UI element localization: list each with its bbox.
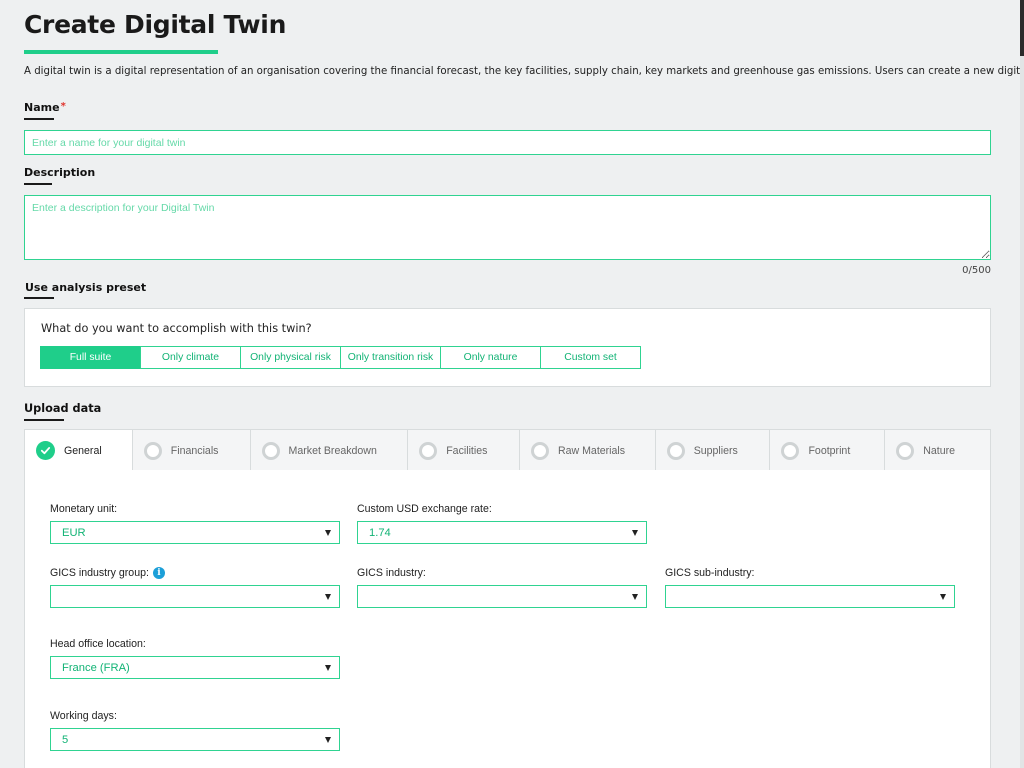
- name-label-underline: [24, 118, 54, 120]
- tab-label: Facilities: [446, 444, 488, 457]
- info-icon[interactable]: i: [152, 567, 165, 579]
- page-scrollbar[interactable]: [1020, 0, 1024, 768]
- scrollbar-thumb[interactable]: [1020, 0, 1024, 56]
- monetary-unit-label: Monetary unit:: [50, 503, 118, 515]
- tab-label: Financials: [170, 444, 219, 457]
- radio-icon: [143, 441, 162, 460]
- caret-down-icon: [632, 594, 638, 600]
- radio-icon: [530, 441, 549, 460]
- tab-raw-materials[interactable]: Raw Materials: [520, 430, 656, 471]
- preset-option-custom-set[interactable]: Custom set: [540, 346, 641, 369]
- gics-sub-industry-select[interactable]: [665, 585, 955, 608]
- title-underline: [24, 50, 218, 54]
- select-value: 1.74: [369, 526, 391, 539]
- preset-question: What do you want to accomplish with this…: [41, 322, 312, 335]
- upload-data-label: Upload data: [24, 402, 102, 415]
- description-char-counter: 0/500: [962, 265, 991, 276]
- select-value: EUR: [62, 526, 86, 539]
- head-office-select[interactable]: France (FRA): [50, 656, 340, 679]
- exchange-rate-label: Custom USD exchange rate:: [357, 503, 492, 515]
- tab-facilities[interactable]: Facilities: [408, 430, 520, 471]
- name-label-text: Name: [24, 101, 60, 114]
- monetary-unit-select[interactable]: EUR: [50, 521, 340, 544]
- exchange-rate-select[interactable]: 1.74: [357, 521, 647, 544]
- radio-icon: [419, 441, 438, 460]
- general-panel: Monetary unit: EUR Custom USD exchange r…: [24, 470, 991, 768]
- gics-industry-label: GICS industry:: [357, 567, 426, 579]
- gics-sub-industry-label: GICS sub-industry:: [665, 567, 755, 579]
- description-label: Description: [24, 166, 96, 179]
- preset-label: Use analysis preset: [25, 281, 147, 294]
- caret-down-icon: [940, 594, 946, 600]
- preset-option-only-climate[interactable]: Only climate: [140, 346, 241, 369]
- working-days-label: Working days:: [50, 710, 117, 722]
- tab-financials[interactable]: Financials: [133, 430, 251, 471]
- tab-label: Nature: [923, 444, 956, 457]
- gics-group-label-text: GICS industry group:: [50, 567, 149, 579]
- select-value: France (FRA): [62, 661, 130, 674]
- preset-option-only-transition-risk[interactable]: Only transition risk: [340, 346, 441, 369]
- caret-down-icon: [632, 530, 638, 536]
- preset-option-full-suite[interactable]: Full suite: [40, 346, 141, 369]
- radio-icon: [666, 441, 685, 460]
- page-intro: A digital twin is a digital representati…: [24, 66, 1024, 77]
- gics-group-select[interactable]: [50, 585, 340, 608]
- name-label: Name*: [24, 101, 66, 114]
- caret-down-icon: [325, 665, 331, 671]
- description-label-underline: [24, 183, 52, 185]
- tab-footprint[interactable]: Footprint: [770, 430, 886, 471]
- tab-suppliers[interactable]: Suppliers: [656, 430, 771, 471]
- radio-icon: [781, 441, 800, 460]
- preset-card: What do you want to accomplish with this…: [24, 308, 991, 387]
- tab-nature[interactable]: Nature: [885, 430, 990, 471]
- caret-down-icon: [325, 737, 331, 743]
- tab-label: Raw Materials: [557, 444, 626, 457]
- tab-label: Footprint: [808, 444, 851, 457]
- required-marker: *: [60, 101, 66, 112]
- tab-market-breakdown[interactable]: Market Breakdown: [251, 430, 409, 471]
- tab-general[interactable]: General: [25, 430, 133, 471]
- page-title: Create Digital Twin: [24, 10, 287, 39]
- description-textarea[interactable]: [24, 195, 991, 260]
- tab-label: Market Breakdown: [288, 444, 377, 457]
- caret-down-icon: [325, 530, 331, 536]
- preset-label-underline: [24, 297, 54, 299]
- head-office-label: Head office location:: [50, 638, 146, 650]
- gics-industry-select[interactable]: [357, 585, 647, 608]
- preset-option-only-physical-risk[interactable]: Only physical risk: [240, 346, 341, 369]
- preset-option-only-nature[interactable]: Only nature: [440, 346, 541, 369]
- radio-icon: [896, 441, 915, 460]
- upload-tabs: General Financials Market Breakdown Faci…: [24, 429, 991, 471]
- preset-segmented-control: Full suite Only climate Only physical ri…: [40, 346, 641, 369]
- upload-data-underline: [24, 419, 64, 421]
- tab-label: Suppliers: [693, 444, 738, 457]
- gics-group-label: GICS industry group: i: [50, 567, 165, 579]
- check-icon: [36, 441, 55, 460]
- working-days-select[interactable]: 5: [50, 728, 340, 751]
- name-input[interactable]: [24, 130, 991, 155]
- radio-icon: [261, 441, 280, 460]
- tab-label: General: [64, 444, 102, 457]
- select-value: 5: [62, 733, 69, 746]
- caret-down-icon: [325, 594, 331, 600]
